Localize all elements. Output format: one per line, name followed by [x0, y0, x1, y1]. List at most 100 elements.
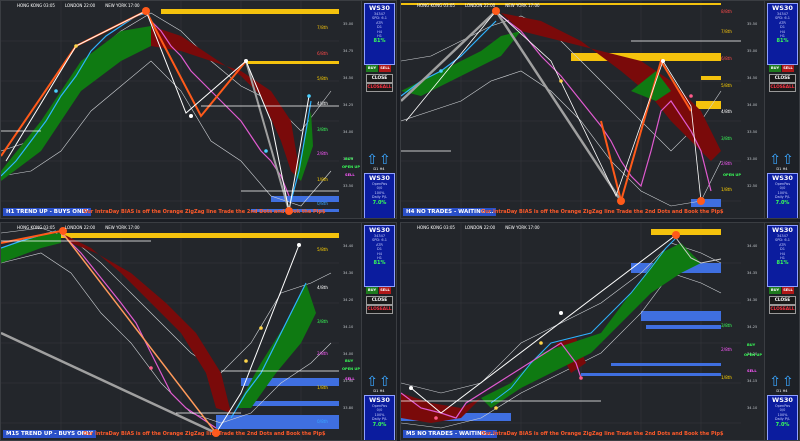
open-up-label: OPEN UP: [744, 353, 762, 357]
close-button[interactable]: CLOSE: [769, 74, 796, 83]
trend-status: M15 TREND UP - BUYS ONLY: [3, 430, 96, 438]
open-up-label: OPEN UP: [342, 165, 360, 169]
fib-label: 5/8th: [317, 247, 329, 252]
open-up-label: OPEN UP: [723, 173, 741, 177]
fib-label: 5/8th: [317, 76, 329, 81]
fib-label: 3/8th: [721, 323, 733, 328]
buy-button[interactable]: BUY: [366, 287, 378, 294]
fib-label: 3/8th: [317, 319, 329, 324]
sell-label: SELL: [345, 173, 355, 177]
close-all-button[interactable]: CLOSEALL: [769, 83, 796, 92]
price-chart-m15[interactable]: [1, 223, 364, 441]
close-all-button[interactable]: CLOSEALL: [366, 83, 393, 92]
fib-label: 2/8th: [721, 161, 733, 166]
price-chart-h1[interactable]: [1, 1, 364, 219]
symbol-box: WS30 34347 SPD: 6.1 ATR D1 H4 H1 81%: [364, 3, 395, 65]
bias-note: Our IntraDay BIAS is off the Orange ZigZ…: [83, 209, 326, 215]
trade-panel: WS30 34347 SPD: 6.1 ATR D1 H4 H1 81% BUY…: [764, 1, 799, 218]
trade-panel: WS30 34347 SPD: 6.1 ATR D1 H4 H1 81% BUY…: [361, 223, 396, 440]
close-button[interactable]: CLOSE: [366, 296, 393, 305]
fib-label: 3/8th: [317, 127, 329, 132]
bias-note: Our IntraDay BIAS is off the Orange ZigZ…: [83, 431, 326, 437]
fib-label: 8/8th: [721, 9, 733, 14]
fib-label: 7/8th: [317, 25, 329, 30]
chart-panel-h1[interactable]: HONG KONG 03:05 LONDON 22:00 NEW YORK 17:0…: [0, 0, 397, 219]
price-chart-m5[interactable]: [401, 223, 767, 441]
supply-zone: [651, 229, 721, 235]
sell-button[interactable]: SELL: [782, 287, 794, 294]
fib-label: 1/8th: [317, 177, 329, 182]
buy-button[interactable]: BUY: [769, 65, 781, 72]
price-scale: 34.40 34.30 34.20 34.10 34.00 33.90 33.80: [343, 244, 354, 410]
downtrend-cloud: [501, 13, 721, 161]
close-button[interactable]: CLOSE: [769, 296, 796, 305]
chart-panel-m5[interactable]: HONG KONG 03:05 LONDON 22:00 NEW YORK 17:0…: [400, 222, 800, 441]
supply-zone: [61, 233, 339, 238]
buy-sell-buttons: BUY SELL: [769, 65, 794, 72]
position-box: WS30 OpenPos 0/0 100% Daily P/L 7.0%: [767, 173, 798, 218]
session-times: HONG KONG 03:05 LONDON 22:00 NEW YORK 17:0…: [417, 3, 540, 8]
session-hongkong: HONG KONG 03:05: [17, 3, 55, 8]
sell-label: SELL: [747, 369, 757, 373]
position-box: WS30 OpenPos 0/0 100% Daily P/L 7.0%: [364, 395, 395, 440]
fib-label: 4/8th: [317, 101, 329, 106]
fib-label: 2/8th: [317, 351, 329, 356]
bias-note: Our IntraDay BIAS is off the Orange ZigZ…: [481, 209, 724, 215]
fib-label: 6/8th: [317, 51, 329, 56]
session-times: HONG KONG 03:05 LONDON 22:00 NEW YORK 17:0…: [417, 225, 540, 230]
uptrend-cloud: [1, 26, 151, 181]
symbol-box: WS30 34347 SPD: 6.1 ATR D1 H4 H1 81%: [767, 3, 798, 65]
timeframe-labels: D1 H4: [373, 167, 385, 171]
fib-label: 6/8th: [721, 56, 733, 61]
supply-zone: [161, 9, 339, 14]
buy-button[interactable]: BUY: [366, 65, 378, 72]
buy-sell-buttons: BUY SELL: [366, 287, 391, 294]
fib-label: 1/8th: [721, 375, 733, 380]
sell-button[interactable]: SELL: [379, 65, 391, 72]
symbol-box: WS30 34347 SPD: 6.1 ATR D1 H4 H1 81%: [364, 225, 395, 287]
chart-panel-m15[interactable]: HONG KONG 03:05 LONDON 22:00 NEW YORK 17:0…: [0, 222, 397, 441]
sell-button[interactable]: SELL: [782, 65, 794, 72]
session-london: LONDON 22:00: [64, 3, 96, 8]
session-times: HONG KONG 03:05 LONDON 22:00 NEW YORK 17:0…: [17, 3, 150, 8]
chart-panel-h4[interactable]: HONG KONG 03:05 LONDON 22:00 NEW YORK 17:0…: [400, 0, 800, 219]
buy-label: BUY: [345, 359, 354, 363]
sell-label: SELL: [345, 377, 355, 381]
timeframe-labels: D1 H4: [776, 389, 788, 393]
symbol-box: WS30 34347 SPD: 6.1 ATR D1 H4 H1 81%: [767, 225, 798, 287]
open-up-label: OPEN UP: [342, 367, 360, 371]
buy-label: BUY: [747, 343, 756, 347]
fib-label: 1/8th: [721, 187, 733, 192]
buy-button[interactable]: BUY: [769, 287, 781, 294]
position-box: WS30 OpenPos 0/0 100% Daily P/L 7.0%: [767, 395, 798, 440]
timeframe-labels: D1 H4: [373, 389, 385, 393]
buy-sell-buttons: BUY SELL: [366, 65, 391, 72]
position-box: WS30 OpenPos 0/0 100% Daily P/L 7.0%: [364, 173, 395, 218]
trend-status: H1 TREND UP - BUYS ONLY: [3, 208, 92, 216]
fib-label: 0/8th: [317, 419, 329, 424]
price-scale: 35.00 34.75 34.50 34.25 34.00 33.75 33.50: [343, 22, 354, 188]
bias-note: Our IntraDay BIAS is off the Orange ZigZ…: [481, 431, 724, 437]
buy-sell-buttons: BUY SELL: [769, 287, 794, 294]
fib-label: 4/8th: [721, 109, 733, 114]
close-all-button[interactable]: CLOSEALL: [769, 305, 796, 314]
trade-panel: WS30 34347 SPD: 6.1 ATR D1 H4 H1 81% BUY…: [361, 1, 396, 218]
price-chart-h4[interactable]: [401, 1, 767, 219]
timeframe-labels: D1 H4: [776, 167, 788, 171]
supply-zone: [571, 53, 721, 61]
trade-panel: WS30 34347 SPD: 6.1 ATR D1 H4 H1 81% BUY…: [764, 223, 799, 440]
session-newyork: NEW YORK 17:00: [105, 3, 140, 8]
fib-label: 5/8th: [721, 83, 733, 88]
fib-label: 4/8th: [317, 285, 329, 290]
close-button[interactable]: CLOSE: [366, 74, 393, 83]
demand-zone: [691, 199, 721, 207]
sell-button[interactable]: SELL: [379, 287, 391, 294]
price-scale: 34.40 34.35 34.30 34.25 34.20 34.15 34.10: [747, 244, 758, 410]
price-scale: 35.50 35.00 34.50 34.00 33.50 33.00 32.50: [747, 22, 758, 188]
close-all-button[interactable]: CLOSEALL: [366, 305, 393, 314]
buy-label: BUY: [345, 157, 354, 161]
fib-label: 3/8th: [721, 136, 733, 141]
fib-label: 2/8th: [317, 151, 329, 156]
session-times: HONG KONG 03:05 LONDON 22:00 NEW YORK 17:0…: [17, 225, 140, 230]
fib-label: 7/8th: [721, 29, 733, 34]
